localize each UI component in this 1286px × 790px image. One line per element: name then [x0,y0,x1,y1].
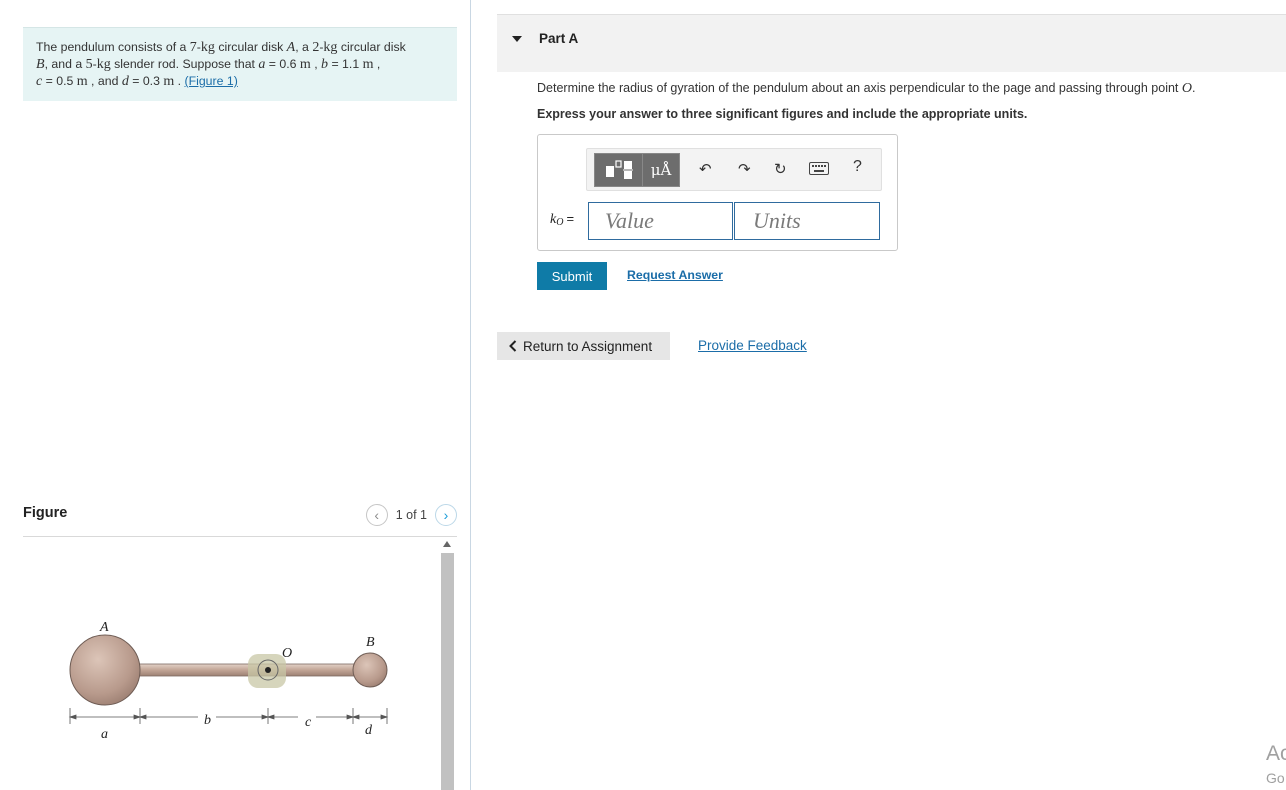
problem-text: circular disk [337,40,406,54]
instruction-text: Express your answer to three significant… [537,107,1028,121]
question-text: Determine the radius of gyration of the … [537,81,1195,97]
problem-text: = 0.3 [128,74,164,88]
part-a-header[interactable]: Part A [497,14,1286,72]
answer-box: μÅ ↶ ↷ ↻ ? kO = Value Units [537,134,898,251]
label-c: c [305,715,312,730]
label-b: b [204,713,211,728]
problem-text: = 0.6 [265,57,300,71]
figure-scrollbar[interactable] [440,537,456,790]
pager-text: 1 of 1 [395,508,427,522]
unit-kg: kg [96,57,111,72]
panel-divider [470,0,471,790]
scroll-thumb[interactable] [441,553,454,790]
problem-text: = 1.1 [328,57,363,71]
problem-text: , and a [44,57,86,71]
value-input[interactable]: Value [588,202,733,240]
problem-statement: The pendulum consists of a 7-kg circular… [23,27,457,101]
pivot-point [265,667,271,673]
figure-pager: ‹ 1 of 1 › [365,504,457,526]
figure-link[interactable]: (Figure 1) [185,74,238,88]
question-body: Determine the radius of gyration of the … [537,81,1182,95]
provide-feedback-link[interactable]: Provide Feedback [698,338,807,353]
dimension-lines [68,708,389,724]
equals-sign: = [566,211,575,226]
chevron-left-icon [509,340,517,352]
var-B: B [36,57,45,72]
figure-title: Figure [23,505,68,521]
part-title: Part A [539,31,579,46]
answer-variable: kO = [550,211,574,228]
var-b: b [321,57,329,72]
question-var-O: O [1181,81,1192,96]
disk-b [352,652,388,688]
unit-m: m [362,57,374,72]
watermark-line2: Go [1266,770,1285,786]
var-d: d [121,74,129,89]
problem-text: , [373,57,381,71]
label-d: d [365,723,373,738]
problem-text: . [174,74,185,88]
problem-text: slender rod. Suppose that [110,57,259,71]
watermark-line1: Ac [1266,742,1286,765]
unit-kg: kg [200,40,215,55]
unit-m: m [163,74,175,89]
label-B: B [366,635,375,650]
units-input[interactable]: Units [734,202,880,240]
problem-text: = 0.5 [42,74,77,88]
question-end: . [1192,81,1196,95]
request-answer-link[interactable]: Request Answer [627,268,723,282]
math-toolbar: μÅ ↶ ↷ ↻ ? [586,148,882,191]
activate-windows-watermark: Ac Go [1266,742,1286,790]
unit-m: m [299,57,311,72]
scroll-up-icon[interactable] [443,541,451,547]
label-O: O [282,646,292,661]
label-A: A [99,620,109,635]
mass-rod: 5 [85,57,93,72]
label-a: a [101,727,108,742]
submit-button[interactable]: Submit [537,262,607,290]
return-to-assignment-button[interactable]: Return to Assignment [497,332,670,360]
mass-a: 7 [189,40,197,55]
var-A: A [286,40,296,55]
problem-text: The pendulum consists of a [36,40,190,54]
unit-m: m [76,74,88,89]
problem-text: , a [295,40,313,54]
problem-text: , [310,57,322,71]
chevron-left-icon[interactable]: ‹ [365,504,388,526]
redo-icon[interactable]: ↷ [738,160,751,178]
return-label: Return to Assignment [523,338,653,354]
caret-down-icon[interactable] [512,36,522,42]
templates-icon[interactable] [594,153,643,187]
unit-kg: kg [323,40,338,55]
undo-icon[interactable]: ↶ [699,160,712,178]
disk-a [69,634,141,706]
chevron-right-icon[interactable]: › [435,504,457,526]
figure-header: Figure ‹ 1 of 1 › [23,503,457,537]
help-icon[interactable]: ? [853,158,862,176]
template-buttons: μÅ [594,153,680,187]
pendulum-diagram: A B O a b c d [68,620,389,742]
keyboard-icon[interactable] [809,162,829,179]
unit-button[interactable]: μÅ [643,153,680,187]
problem-text: , and [87,74,122,88]
var-sub-O: O [556,217,564,228]
problem-text: circular disk [214,40,287,54]
reset-icon[interactable]: ↻ [774,160,787,178]
